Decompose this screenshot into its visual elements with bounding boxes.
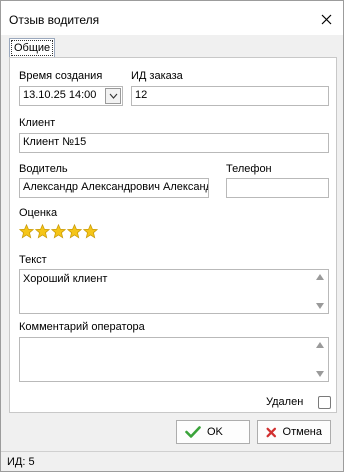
client-label: Клиент (19, 117, 56, 129)
status-id: ИД: 5 (7, 456, 35, 468)
comment-memo[interactable] (19, 337, 329, 382)
comment-memo-scrollbar[interactable] (313, 339, 327, 380)
text-label: Текст (19, 254, 47, 266)
rating-label: Оценка (19, 207, 58, 219)
scroll-down-icon[interactable] (316, 371, 324, 377)
cancel-button[interactable]: Отмена (257, 420, 331, 444)
order-id-field[interactable]: 12 (131, 86, 329, 106)
scroll-down-icon[interactable] (316, 303, 324, 309)
chevron-down-icon (109, 93, 117, 99)
rating-stars[interactable] (19, 224, 98, 239)
tab-general[interactable]: Общие (9, 38, 56, 58)
title-bar: Отзыв водителя (1, 1, 343, 35)
order-id-value: 12 (135, 89, 148, 101)
cancel-x-icon (266, 427, 277, 437)
driver-field[interactable]: Александр Александрович Александров (19, 178, 209, 198)
text-memo-scrollbar[interactable] (313, 271, 327, 312)
deleted-label: Удален (266, 396, 304, 408)
created-datetime-field[interactable]: 13.10.25 14:00 (19, 86, 123, 106)
driver-value: Александр Александрович Александров (23, 181, 208, 193)
client-value: Клиент №15 (23, 136, 87, 148)
phone-field[interactable] (226, 178, 329, 198)
dialog-window: Отзыв водителя Общие Время создания 13.1… (0, 0, 344, 472)
star-icon[interactable] (51, 224, 66, 239)
star-icon[interactable] (35, 224, 50, 239)
deleted-checkbox[interactable] (318, 396, 331, 409)
created-label: Время создания (19, 70, 103, 82)
scroll-up-icon[interactable] (316, 342, 324, 348)
ok-button-label: OK (207, 426, 223, 438)
phone-label: Телефон (226, 163, 272, 175)
tab-panel-general: Время создания 13.10.25 14:00 ИД заказа … (9, 57, 337, 413)
text-memo-value: Хороший клиент (23, 273, 108, 285)
checkmark-icon (185, 426, 201, 438)
cancel-button-label: Отмена (282, 426, 322, 438)
star-icon[interactable] (67, 224, 82, 239)
order-id-label: ИД заказа (131, 70, 183, 82)
window-title: Отзыв водителя (9, 13, 100, 27)
scroll-up-icon[interactable] (316, 274, 324, 280)
client-field[interactable]: Клиент №15 (19, 133, 329, 153)
star-icon[interactable] (83, 224, 98, 239)
status-bar: ИД: 5 (1, 451, 343, 471)
comment-label: Комментарий оператора (19, 321, 145, 333)
close-button[interactable] (317, 10, 335, 28)
ok-button[interactable]: OK (176, 420, 250, 444)
text-memo[interactable]: Хороший клиент (19, 269, 329, 314)
datetime-dropdown-button[interactable] (105, 88, 121, 104)
star-icon[interactable] (19, 224, 34, 239)
created-datetime-value: 13.10.25 14:00 (23, 89, 97, 101)
close-icon (321, 14, 331, 24)
tab-strip: Общие (9, 38, 337, 58)
driver-label: Водитель (19, 163, 68, 175)
